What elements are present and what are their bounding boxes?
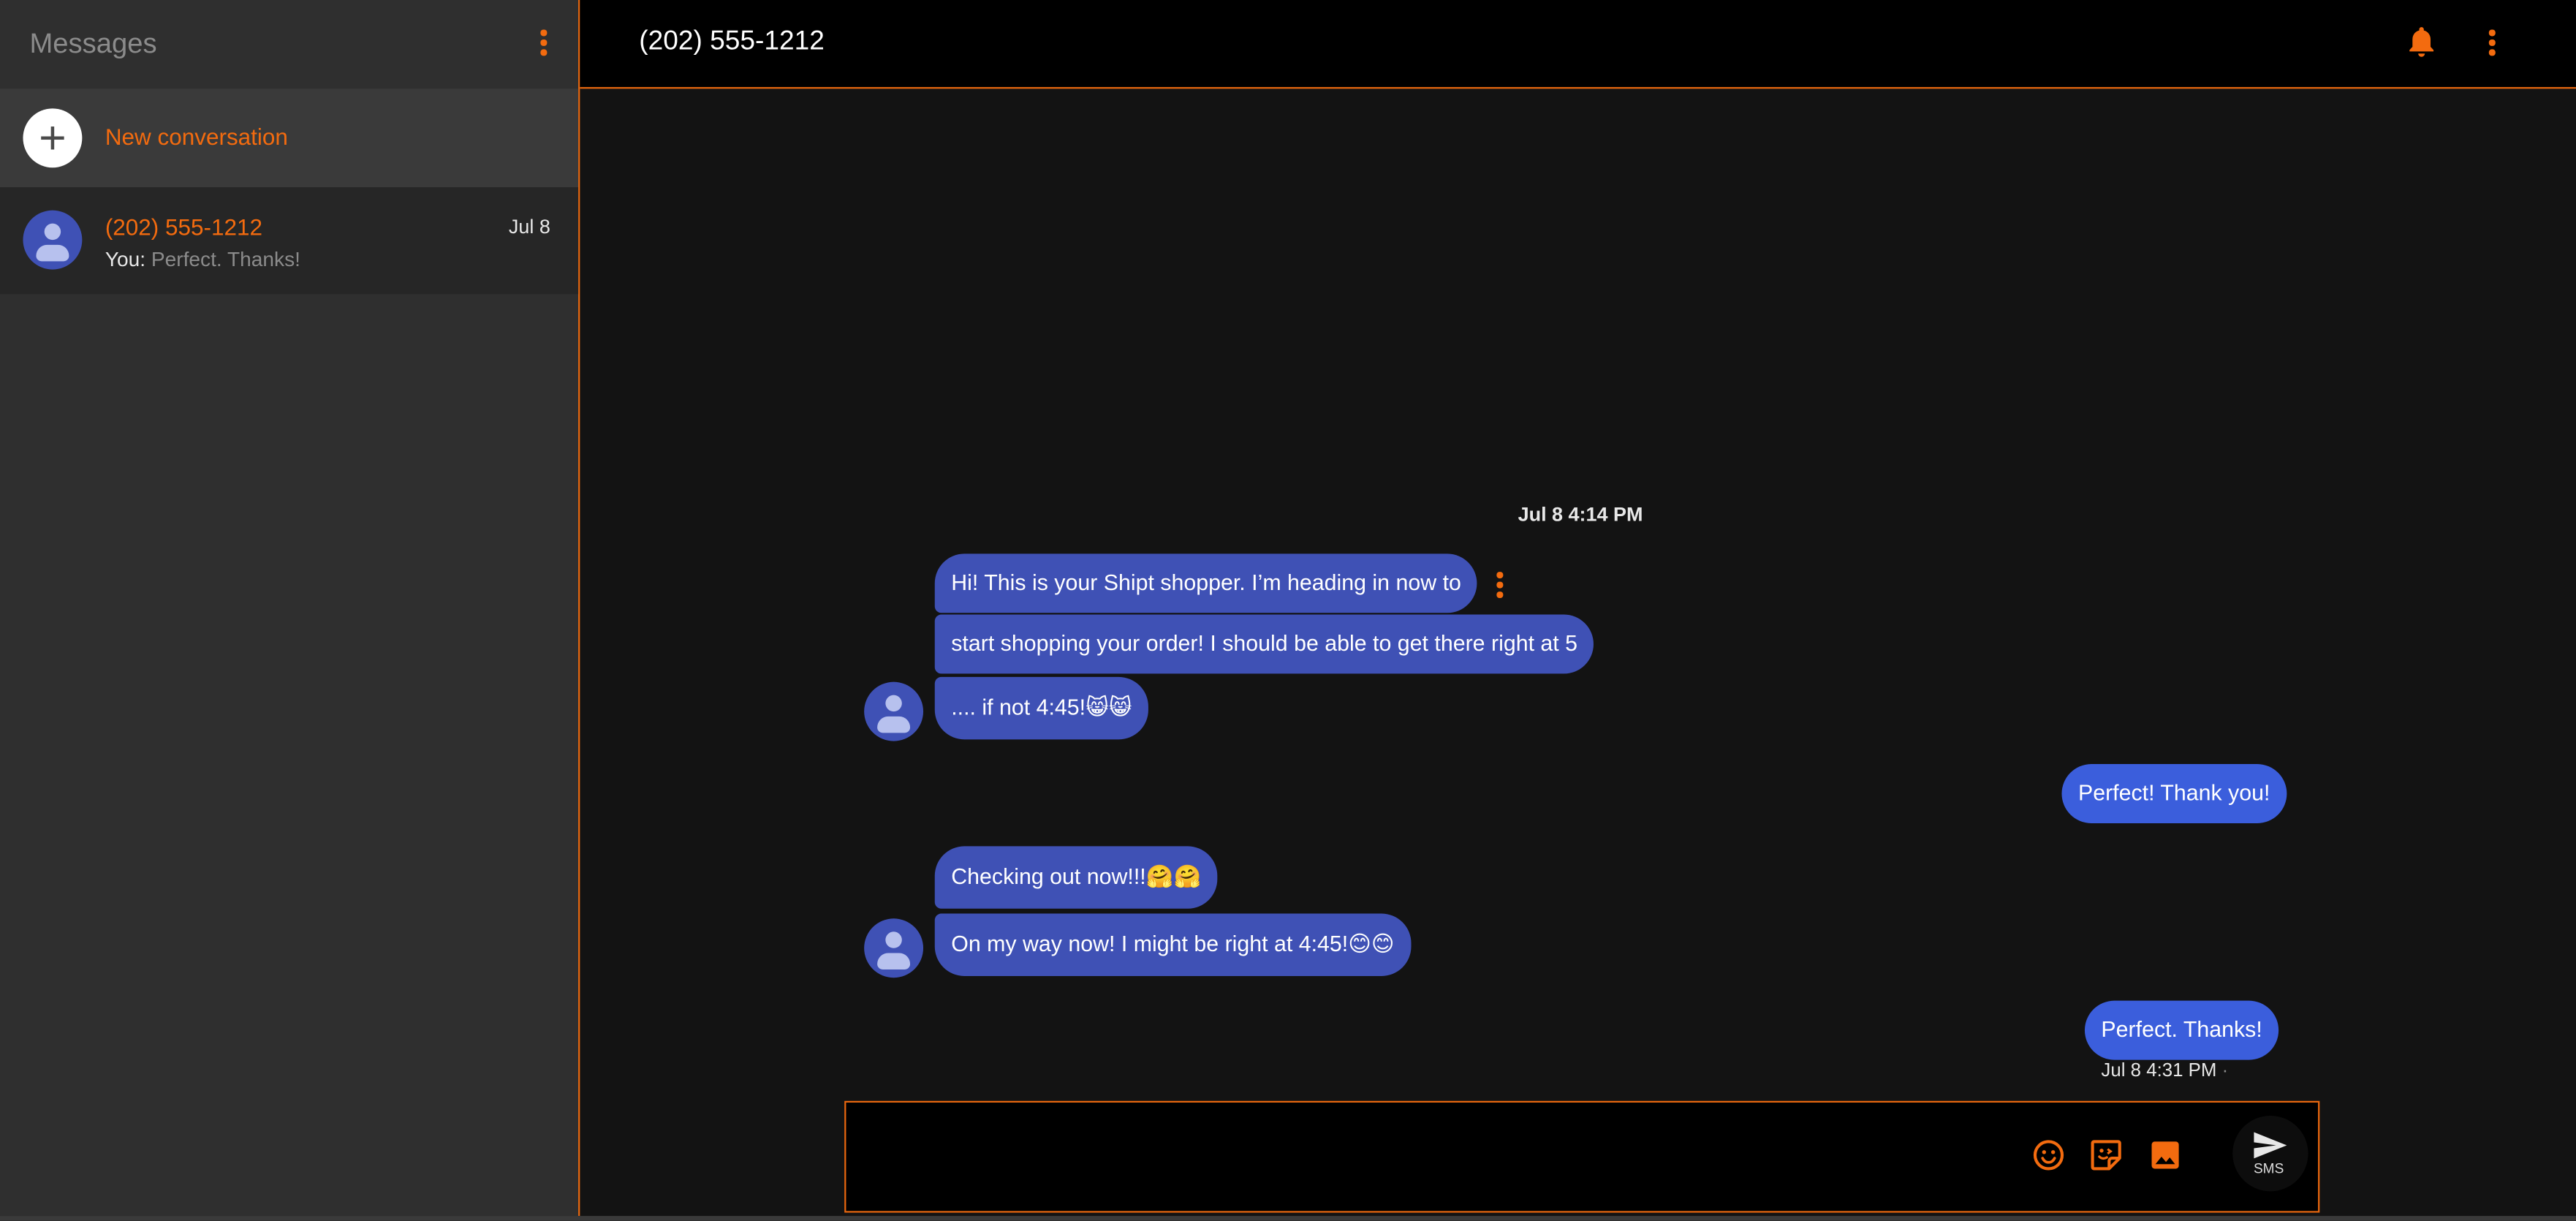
messages-app: Messages New conversation (202) 555-1212…: [0, 0, 2576, 1221]
message-timestamp: Jul 8 4:14 PM: [1518, 502, 1643, 526]
outgoing-message[interactable]: Perfect. Thanks!: [2084, 1000, 2279, 1060]
conversation-header: (202) 555-1212: [580, 0, 2576, 89]
conversation-name: (202) 555-1212: [105, 213, 263, 241]
conversation-list-item[interactable]: (202) 555-1212 Jul 8 You: Perfect. Thank…: [0, 187, 579, 295]
incoming-message[interactable]: start shopping your order! I should be a…: [934, 614, 1594, 674]
message-menu-icon[interactable]: [1496, 572, 1503, 598]
message-composer: SMS: [844, 1100, 2320, 1213]
more-vert-icon[interactable]: [2488, 29, 2496, 56]
sidebar: Messages New conversation (202) 555-1212…: [0, 0, 580, 1217]
message-input[interactable]: [862, 1119, 2020, 1198]
new-conversation-label: New conversation: [105, 123, 288, 150]
message-sent-status: Jul 8 4:31 PM ·: [2101, 1062, 2228, 1081]
conversation-date: Jul 8: [508, 215, 550, 238]
incoming-message[interactable]: Hi! This is your Shipt shopper. I’m head…: [934, 553, 1478, 613]
conversation-title: (202) 555-1212: [639, 26, 825, 56]
outgoing-message[interactable]: Perfect! Thank you!: [2061, 764, 2287, 823]
bottom-divider: [0, 1216, 2576, 1221]
incoming-message[interactable]: .... if not 4:45!😸😸: [934, 676, 1148, 740]
avatar: [864, 918, 924, 978]
send-icon: [2254, 1132, 2287, 1159]
sidebar-header: Messages: [0, 0, 578, 88]
send-button[interactable]: SMS: [2230, 1109, 2315, 1204]
sent-separator: ·: [2221, 1061, 2229, 1081]
image-icon[interactable]: [2147, 1137, 2183, 1173]
send-label: SMS: [2253, 1160, 2284, 1177]
sent-time: Jul 8 4:31 PM: [2101, 1061, 2217, 1081]
incoming-message[interactable]: On my way now! I might be right at 4:45!…: [934, 913, 1411, 976]
bell-icon[interactable]: [2409, 26, 2435, 59]
snippet-prefix: You:: [105, 248, 146, 271]
incoming-message[interactable]: Checking out now!!!🤗🤗: [934, 846, 1218, 909]
app-title: Messages: [29, 28, 157, 59]
avatar: [864, 681, 924, 741]
avatar: [23, 210, 83, 270]
sidebar-menu-icon[interactable]: [540, 29, 547, 56]
new-conversation-button[interactable]: New conversation: [0, 88, 579, 188]
snippet-text: Perfect. Thanks!: [151, 248, 300, 271]
plus-icon: [23, 108, 83, 168]
emoji-icon[interactable]: [2031, 1137, 2067, 1173]
conversation-snippet: You: Perfect. Thanks!: [105, 248, 300, 271]
sticker-icon[interactable]: [2088, 1137, 2124, 1173]
